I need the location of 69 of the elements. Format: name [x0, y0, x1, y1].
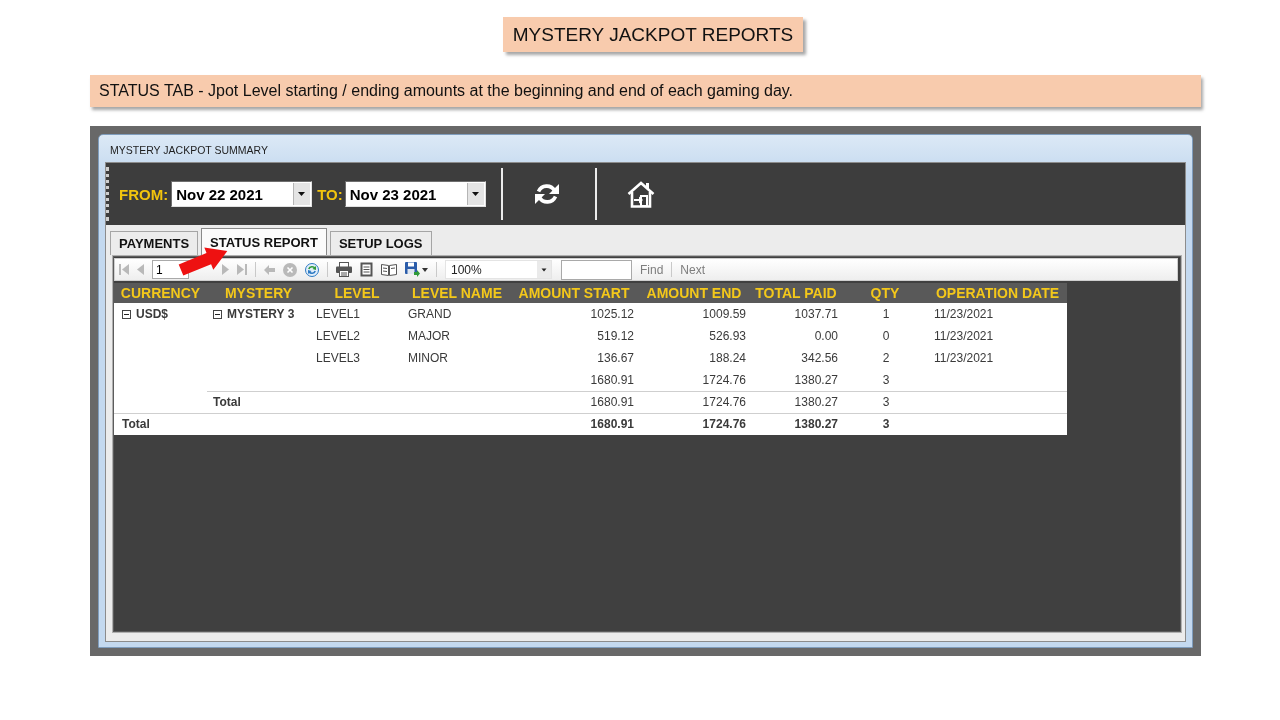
- table-cell: 3: [842, 413, 928, 435]
- table-cell: 1724.76: [638, 391, 750, 413]
- table-cell: Total: [114, 413, 207, 435]
- table-cell: 1009.59: [638, 303, 750, 325]
- table-cell: 519.12: [510, 325, 638, 347]
- table-cell: 2: [842, 347, 928, 369]
- table-cell: MINOR: [404, 347, 510, 369]
- table-cell: 1724.76: [638, 413, 750, 435]
- table-cell: MAJOR: [404, 325, 510, 347]
- to-label: TO:: [317, 185, 343, 203]
- table-cell: 0: [842, 325, 928, 347]
- page-layout-icon[interactable]: [360, 262, 373, 277]
- from-date-picker[interactable]: Nov 22 2021: [171, 181, 313, 207]
- table-cell: 1037.71: [750, 303, 842, 325]
- table-cell: 11/23/2021: [928, 325, 1067, 347]
- find-field[interactable]: [561, 259, 632, 280]
- table-cell: 1680.91: [510, 369, 638, 391]
- table-cell: LEVEL1: [310, 303, 404, 325]
- page-heading: MYSTERY JACKPOT REPORTS: [502, 17, 804, 52]
- collapse-icon[interactable]: [122, 309, 131, 319]
- table-cell: 1724.76: [638, 369, 750, 391]
- printer-icon[interactable]: [336, 262, 352, 277]
- table-cell: 1380.27: [750, 391, 842, 413]
- caption-banner: STATUS TAB - Jpot Level starting / ending amounts at the beginning and end of each gaming day.: [90, 75, 1201, 107]
- caret-icon[interactable]: [466, 183, 484, 205]
- table-cell: 1025.12: [510, 303, 638, 325]
- column-header: LEVEL NAME: [404, 283, 510, 303]
- column-header: QTY: [842, 283, 928, 303]
- window-title: MYSTERY JACKPOT SUMMARY: [110, 143, 268, 156]
- table-cell: 1: [842, 303, 928, 325]
- tab[interactable]: STATUS REPORT: [201, 228, 327, 255]
- column-header: LEVEL: [310, 283, 404, 303]
- tab[interactable]: SETUP LOGS: [329, 231, 432, 255]
- table-cell: 11/23/2021: [928, 347, 1067, 369]
- tab[interactable]: PAYMENTS: [110, 231, 199, 255]
- table-cell: LEVEL3: [310, 347, 404, 369]
- table-cell: 526.93: [638, 325, 750, 347]
- table-cell: 11/23/2021: [928, 303, 1067, 325]
- table-cell: 3: [842, 391, 928, 413]
- table-cell: LEVEL2: [310, 325, 404, 347]
- table-cell: 1680.91: [510, 413, 638, 435]
- table-cell: 188.24: [638, 347, 750, 369]
- home-icon[interactable]: [626, 180, 655, 208]
- grip-icon: [106, 167, 109, 221]
- column-header: AMOUNT START: [510, 283, 638, 303]
- open-book-icon[interactable]: [381, 263, 397, 276]
- table-cell: Total: [207, 391, 310, 413]
- table-cell: 0.00: [750, 325, 842, 347]
- group-label: MYSTERY 3: [227, 307, 295, 321]
- table-cell: 1380.27: [750, 413, 842, 435]
- column-header: AMOUNT END: [638, 283, 750, 303]
- from-label: FROM:: [119, 185, 169, 203]
- collapse-icon[interactable]: [213, 309, 222, 319]
- zoom-dropdown[interactable]: 100%: [445, 260, 552, 279]
- to-date-picker[interactable]: Nov 23 2021: [344, 181, 486, 207]
- table-cell: 136.67: [510, 347, 638, 369]
- column-header: OPERATION DATE: [928, 283, 1067, 303]
- column-header: CURRENCY: [114, 283, 207, 303]
- table-cell: 3: [842, 369, 928, 391]
- caret-icon[interactable]: [293, 183, 311, 205]
- caret-icon[interactable]: [422, 267, 428, 272]
- group-label: USD$: [136, 307, 168, 321]
- column-header: TOTAL PAID: [750, 283, 842, 303]
- table-cell: GRAND: [404, 303, 510, 325]
- table-cell: 1380.27: [750, 369, 842, 391]
- table-cell: 1680.91: [510, 391, 638, 413]
- arrow-icon: [178, 247, 228, 276]
- column-header: MYSTERY: [207, 283, 310, 303]
- table-cell: 342.56: [750, 347, 842, 369]
